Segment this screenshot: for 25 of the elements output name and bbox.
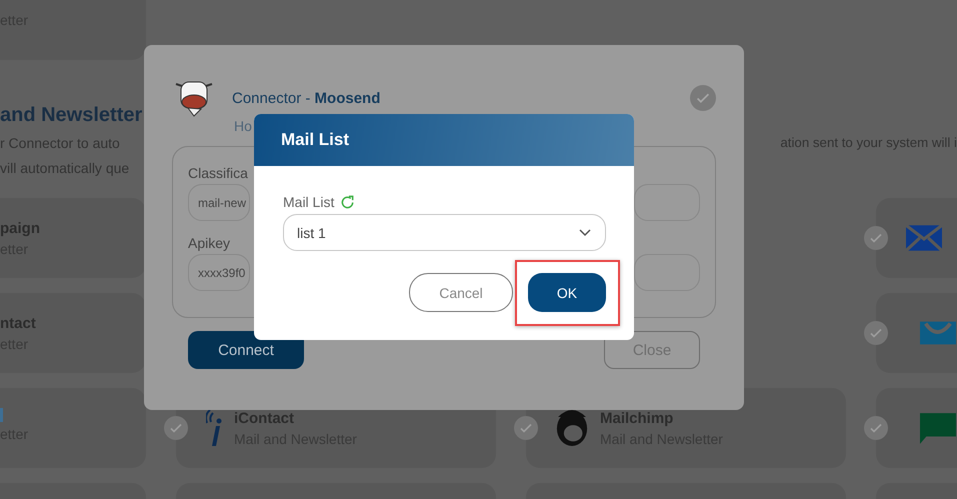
- check-icon: [864, 226, 888, 250]
- signal-icon: [206, 410, 222, 446]
- connect-button[interactable]: Connect: [188, 331, 304, 369]
- smile-icon: [920, 321, 956, 345]
- check-icon: [864, 321, 888, 345]
- check-icon: [514, 416, 538, 440]
- head-icon: [556, 410, 588, 446]
- section-heading: and Newsletter: [0, 104, 142, 126]
- dialog-title: Connector - Moosend: [232, 90, 380, 106]
- check-icon: [690, 85, 716, 111]
- field-label: Apikey: [188, 235, 232, 251]
- cancel-button[interactable]: Cancel: [409, 273, 513, 312]
- ok-button[interactable]: OK: [528, 273, 606, 312]
- field-label: Classifica: [188, 165, 249, 181]
- envelope-icon: [906, 225, 942, 251]
- field-label: Mail List: [283, 194, 334, 210]
- chat-icon: [920, 412, 956, 444]
- mail-list-select[interactable]: list 1: [283, 214, 606, 251]
- dialog-title: Mail List: [281, 130, 350, 150]
- input-field[interactable]: xxxx39f0: [188, 254, 250, 291]
- input-field[interactable]: mail-new: [188, 184, 250, 221]
- check-icon: [864, 416, 888, 440]
- check-icon: [164, 416, 188, 440]
- chevron-down-icon: [579, 228, 591, 236]
- refresh-icon[interactable]: [340, 194, 356, 210]
